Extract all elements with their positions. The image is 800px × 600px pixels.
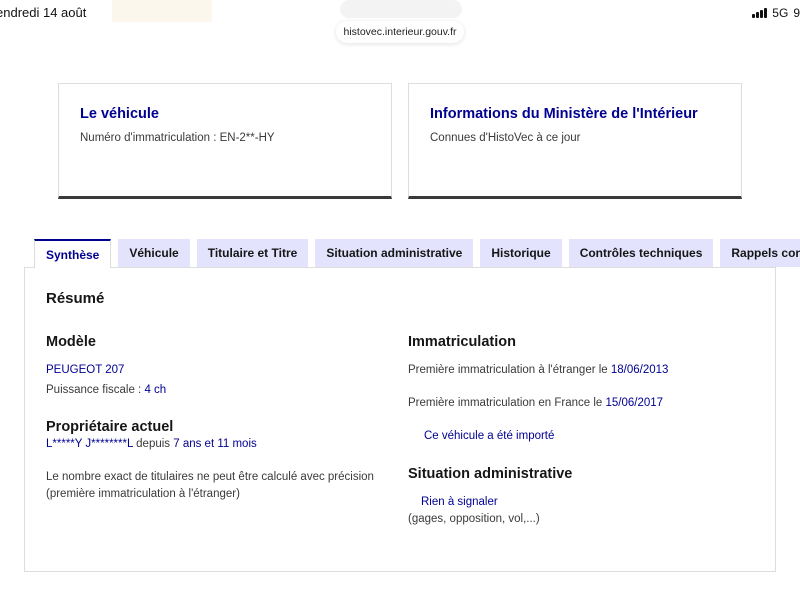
tab-rappels-constructeur[interactable]: Rappels constru bbox=[720, 239, 800, 267]
ministry-card-subtitle: Connues d'HistoVec à ce jour bbox=[430, 132, 581, 144]
first-registration-france-date: 15/06/2017 bbox=[605, 397, 664, 409]
model-name: PEUGEOT 207 bbox=[46, 364, 125, 376]
owner-count-note-detail: (première immatriculation à l'étranger) bbox=[46, 488, 240, 500]
owner-since-label: depuis bbox=[132, 438, 174, 450]
ministry-card: Informations du Ministère de l'Intérieur… bbox=[408, 83, 742, 199]
url-bar[interactable]: histovec.interieur.gouv.fr bbox=[336, 21, 464, 43]
owner-name: L*****Y J********L bbox=[46, 438, 133, 450]
fiscal-power: Puissance fiscale : 4 ch bbox=[46, 384, 166, 396]
admin-status-link[interactable]: Rien à signaler bbox=[421, 496, 498, 508]
vehicle-card: Le véhicule Numéro d'immatriculation : E… bbox=[58, 83, 392, 199]
first-registration-france-label: Première immatriculation en France le bbox=[408, 397, 606, 409]
fiscal-power-value: 4 ch bbox=[144, 384, 167, 396]
model-heading: Modèle bbox=[46, 334, 96, 350]
cellular-signal-icon bbox=[752, 8, 768, 18]
owner-count-note: Le nombre exact de titulaires ne peut êt… bbox=[46, 471, 374, 483]
network-type: 5G bbox=[772, 6, 789, 20]
vehicle-card-title: Le véhicule bbox=[80, 106, 159, 122]
first-registration-france: Première immatriculation en France le 15… bbox=[408, 397, 663, 409]
first-registration-abroad-label: Première immatriculation à l'étranger le bbox=[408, 364, 611, 376]
fiscal-power-label: Puissance fiscale : bbox=[46, 384, 145, 396]
tab-titulaire-et-titre[interactable]: Titulaire et Titre bbox=[196, 239, 309, 267]
tab-bar: Synthèse Véhicule Titulaire et Titre Sit… bbox=[34, 239, 800, 268]
owner-heading: Propriétaire actuel bbox=[46, 419, 174, 435]
admin-status-detail: (gages, opposition, vol,...) bbox=[408, 513, 540, 525]
first-registration-abroad-date: 18/06/2013 bbox=[610, 364, 669, 376]
owner-since-value: 7 ans et 11 mois bbox=[173, 438, 257, 450]
admin-heading: Situation administrative bbox=[408, 466, 573, 482]
tab-synthese[interactable]: Synthèse bbox=[34, 239, 112, 268]
summary-title: Résumé bbox=[46, 290, 105, 307]
ministry-card-title: Informations du Ministère de l'Intérieur bbox=[430, 106, 698, 122]
owner-line: L*****Y J********L depuis 7 ans et 11 mo… bbox=[46, 438, 257, 450]
first-registration-abroad: Première immatriculation à l'étranger le… bbox=[408, 364, 668, 376]
status-date: endredi 14 août bbox=[0, 5, 87, 20]
registration-heading: Immatriculation bbox=[408, 334, 516, 350]
status-indicators: 5G 9 bbox=[752, 6, 800, 20]
tab-controles-techniques[interactable]: Contrôles techniques bbox=[568, 239, 714, 267]
tab-situation-administrative[interactable]: Situation administrative bbox=[315, 239, 474, 267]
faded-header-block bbox=[112, 0, 212, 22]
tab-historique[interactable]: Historique bbox=[480, 239, 562, 267]
registration-number: Numéro d'immatriculation : EN-2**-HY bbox=[80, 132, 275, 144]
faded-header-pill bbox=[340, 0, 462, 18]
imported-vehicle-link[interactable]: Ce véhicule a été importé bbox=[424, 430, 554, 442]
battery-level: 9 bbox=[793, 6, 800, 20]
tab-vehicule[interactable]: Véhicule bbox=[118, 239, 190, 267]
